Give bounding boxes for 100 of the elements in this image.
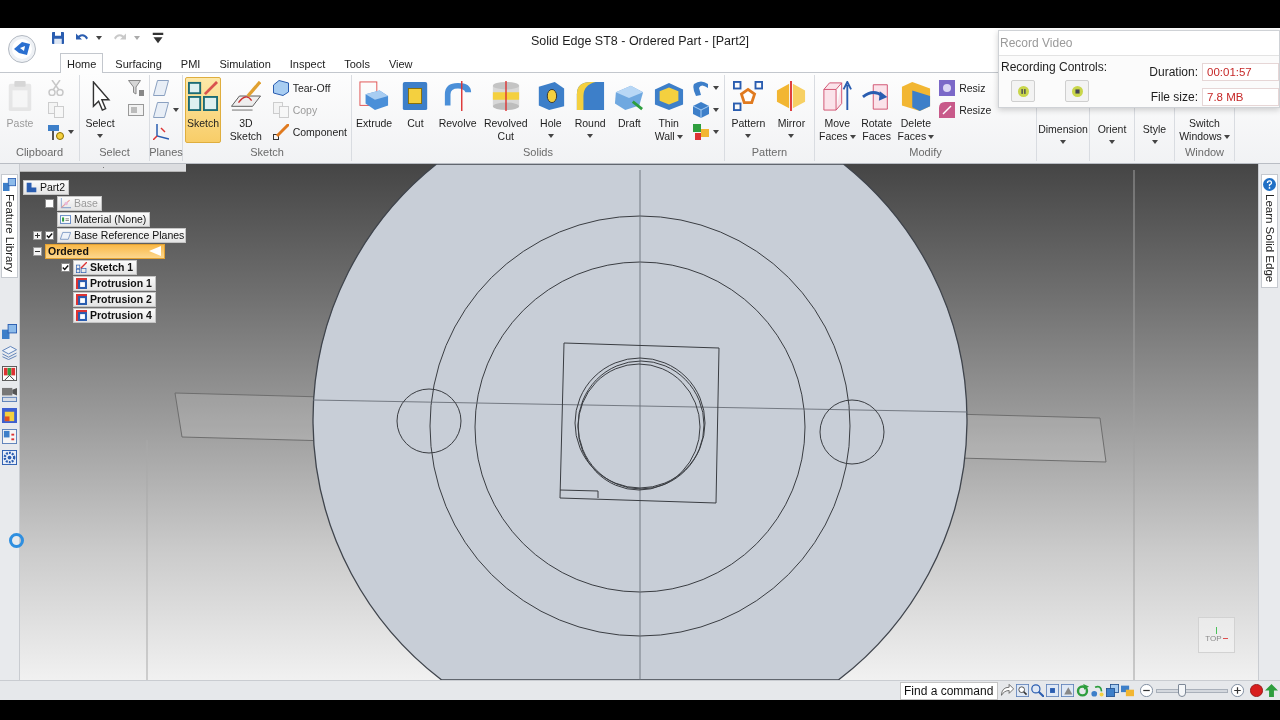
app-logo-icon[interactable] xyxy=(8,35,36,63)
record-dot-icon[interactable] xyxy=(1250,684,1263,697)
copy-icon xyxy=(272,102,289,118)
axes-icon[interactable] xyxy=(153,124,169,140)
side-tab[interactable]: Feature Library xyxy=(1,174,18,278)
customize-icon[interactable] xyxy=(152,32,164,44)
ribbon-tab[interactable]: View xyxy=(381,53,420,73)
stripes-icon[interactable] xyxy=(2,366,17,381)
nested-squares-icon xyxy=(76,309,87,321)
ribbon-button[interactable]: 3D Sketch xyxy=(227,77,264,143)
expand-toggle[interactable] xyxy=(33,246,42,256)
squares-icon[interactable] xyxy=(2,324,17,339)
expand-toggle[interactable] xyxy=(33,230,42,240)
ribbon-button[interactable]: Orient xyxy=(1094,77,1130,143)
ribbon-button[interactable]: Extrude xyxy=(354,77,395,143)
rotate-icon[interactable] xyxy=(1075,684,1089,697)
ribbon-button[interactable]: Dimension xyxy=(1039,77,1087,143)
ribbon-button[interactable]: Thin Wall xyxy=(650,77,687,143)
ribbon-button[interactable]: Cut xyxy=(397,77,434,143)
panel-icon[interactable] xyxy=(2,429,17,444)
ribbon-button[interactable]: Tear-Off xyxy=(270,77,349,99)
dots-arc-icon[interactable] xyxy=(1090,684,1104,697)
square-frame-icon[interactable] xyxy=(1045,684,1059,697)
ribbon-button[interactable]: Sketch xyxy=(185,77,222,143)
pause-button[interactable] xyxy=(1011,80,1035,102)
box-icon[interactable] xyxy=(692,102,709,118)
stop-button[interactable] xyxy=(1065,80,1089,102)
ribbon-button[interactable]: Round xyxy=(572,77,609,143)
field-value: 7.8 MB xyxy=(1202,87,1279,106)
tree-item[interactable]: Material (None) xyxy=(57,211,151,227)
tree-item[interactable]: Sketch 1 xyxy=(73,259,138,275)
window-title: Solid Edge ST8 - Ordered Part - [Part2] xyxy=(530,33,750,48)
ribbon-button[interactable]: Rotate Faces xyxy=(858,77,895,143)
slider-thumb[interactable] xyxy=(1178,683,1187,697)
nested-squares-icon xyxy=(76,277,87,289)
caret-icon xyxy=(928,135,935,140)
ribbon-button[interactable]: Draft xyxy=(611,77,648,143)
plane-icon[interactable] xyxy=(153,80,169,96)
ribbon-button[interactable]: Pattern xyxy=(729,77,768,143)
dialog-title: Record Video xyxy=(999,31,1279,56)
caret-icon xyxy=(587,134,594,138)
caret-icon[interactable] xyxy=(68,130,74,134)
side-tab[interactable]: Learn Solid Edge xyxy=(1261,174,1278,289)
ribbon-button[interactable]: Resize xyxy=(937,99,994,121)
heatmap-icon[interactable] xyxy=(2,408,17,423)
checkbox[interactable] xyxy=(45,230,54,240)
ribbon-tab[interactable]: Inspect xyxy=(282,53,333,73)
triangle-frame-icon[interactable] xyxy=(1060,684,1074,697)
ribbon-button[interactable]: Mirror xyxy=(773,77,810,143)
ribbon-button[interactable]: Select xyxy=(82,77,118,143)
ribbon-button[interactable]: Move Faces xyxy=(817,77,858,143)
caret-icon xyxy=(849,135,856,140)
tree-item[interactable]: Protrusion 2 xyxy=(73,291,156,307)
zoom-out-icon[interactable] xyxy=(1140,684,1153,697)
caret-icon[interactable] xyxy=(173,108,179,112)
tree-item[interactable]: Ordered xyxy=(45,243,165,259)
camera-icon[interactable] xyxy=(2,387,17,402)
squares-pencil-icon xyxy=(188,81,219,111)
caret-icon[interactable] xyxy=(96,36,102,40)
ribbon-tab[interactable]: Simulation xyxy=(212,53,278,73)
ribbon-button[interactable]: Revolved Cut xyxy=(481,77,530,143)
command-search-field[interactable]: Find a command xyxy=(900,681,998,700)
search-icon[interactable] xyxy=(1030,684,1044,697)
ribbon-button[interactable]: Revolve xyxy=(436,77,479,143)
checkbox[interactable] xyxy=(61,262,70,272)
ribbon-tab[interactable]: PMI xyxy=(173,53,208,73)
window-icon[interactable] xyxy=(128,102,144,118)
caret-icon[interactable] xyxy=(712,108,719,112)
layers-icon[interactable] xyxy=(2,345,17,360)
curved-arrow-icon[interactable] xyxy=(1000,684,1014,697)
caret-icon[interactable] xyxy=(712,130,719,134)
tree-item[interactable]: Base Reference Planes xyxy=(57,227,186,243)
ribbon-tab[interactable]: Tools xyxy=(337,53,377,73)
caret-icon xyxy=(97,134,103,138)
ribbon-button[interactable]: Resiz xyxy=(937,77,994,99)
ribbon-tab[interactable]: Surfacing xyxy=(108,53,169,73)
rounded-corner-icon xyxy=(575,81,606,111)
caret-icon xyxy=(1060,140,1066,144)
save-icon[interactable] xyxy=(52,32,64,44)
blocks-icon[interactable] xyxy=(692,124,709,140)
stop-icon xyxy=(1071,85,1083,97)
zoom-area-icon[interactable] xyxy=(1015,684,1029,697)
overlapping-squares-icon[interactable] xyxy=(1105,684,1119,697)
caret-icon[interactable] xyxy=(712,86,719,90)
ribbon-button[interactable]: Component xyxy=(270,121,349,143)
tree-item[interactable]: Part2 xyxy=(23,179,70,195)
ribbon-button[interactable]: Hole xyxy=(532,77,569,143)
ribbon-button[interactable]: Delete Faces xyxy=(895,77,937,143)
curve-icon[interactable] xyxy=(692,80,709,96)
filter-icon[interactable] xyxy=(128,80,144,96)
tree-item[interactable]: Protrusion 4 xyxy=(73,307,156,323)
roller-icon[interactable] xyxy=(48,124,64,140)
caret-icon xyxy=(745,134,752,138)
group-label: Modify xyxy=(909,145,942,160)
rectangles-icon[interactable] xyxy=(1120,684,1134,697)
zoom-in-icon[interactable] xyxy=(1231,684,1244,697)
tree-item[interactable]: Protrusion 1 xyxy=(73,275,156,291)
gear-icon[interactable] xyxy=(2,450,17,465)
ribbon-tab[interactable]: Home xyxy=(60,53,104,73)
up-arrow-icon[interactable] xyxy=(1265,684,1278,697)
